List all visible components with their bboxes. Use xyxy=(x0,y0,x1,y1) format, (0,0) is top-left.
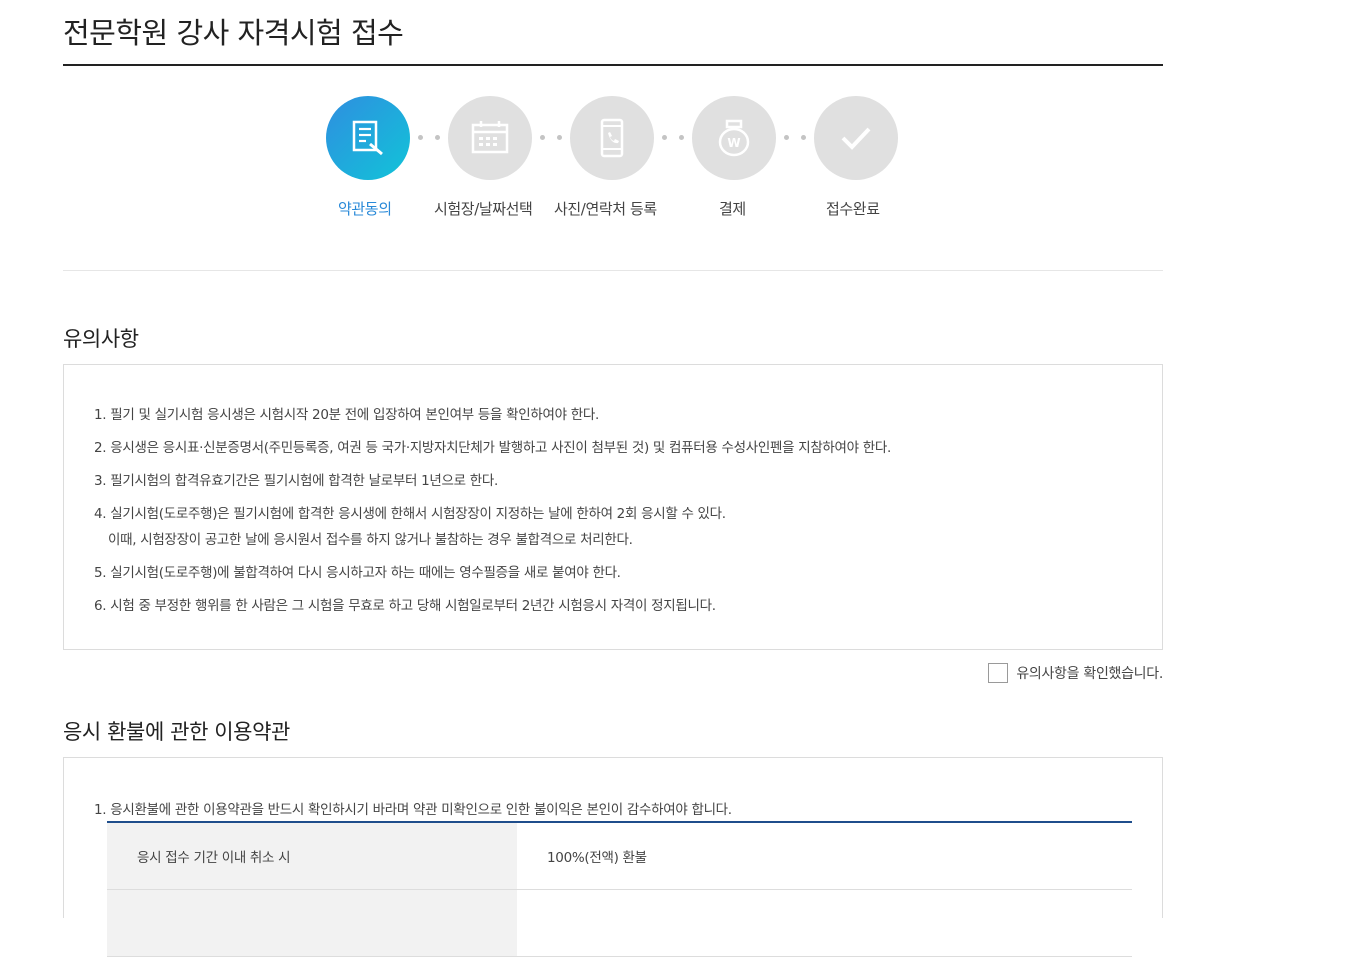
notice-confirm[interactable]: 유의사항을 확인했습니다. xyxy=(988,663,1163,683)
step-label-agreement: 약관동의 xyxy=(338,200,392,218)
step-label-payment: 결제 xyxy=(719,200,746,218)
step-photo-contact xyxy=(570,96,654,180)
refund-title: 응시 환불에 관한 이용약관 xyxy=(63,720,290,744)
refund-table: 응시 접수 기간 이내 취소 시 100%(전액) 환불 xyxy=(107,821,1132,957)
check-icon xyxy=(841,127,871,150)
notice-item-6: 6. 시험 중 부정한 행위를 한 사람은 그 시험을 무효로 하고 당해 시험… xyxy=(94,598,716,614)
notice-title: 유의사항 xyxy=(63,327,139,351)
notice-item-2: 2. 응시생은 응시표·신분증명서(주민등록증, 여권 등 국가·지방자치단체가… xyxy=(94,440,892,456)
list-item: 4. 실기시험(도로주행)은 필기시험에 합격한 응시생에 한해서 시험장장이 … xyxy=(94,504,891,550)
refund-intro: 1. 응시환불에 관한 이용약관을 반드시 확인하시기 바라며 약관 미확인으로… xyxy=(94,802,732,818)
list-item: 1. 필기 및 실기시험 응시생은 시험시작 20분 전에 입장하여 본인여부 … xyxy=(94,405,891,425)
notice-confirm-label[interactable]: 유의사항을 확인했습니다. xyxy=(1016,663,1163,683)
table-row xyxy=(107,889,1132,957)
step-connector xyxy=(540,135,562,141)
notice-item-1: 1. 필기 및 실기시험 응시생은 시험시작 20분 전에 입장하여 본인여부 … xyxy=(94,407,599,423)
notice-item-4-sub: 이때, 시험장장이 공고한 날에 응시원서 접수를 하지 않거나 불참하는 경우… xyxy=(108,532,633,548)
refund-amount-cell: 100%(전액) 환불 xyxy=(517,822,1132,890)
table-row: 응시 접수 기간 이내 취소 시 100%(전액) 환불 xyxy=(107,822,1132,890)
refund-condition-cell: 응시 접수 기간 이내 취소 시 xyxy=(107,822,517,890)
notice-list: 1. 필기 및 실기시험 응시생은 시험시작 20분 전에 입장하여 본인여부 … xyxy=(94,405,891,629)
calendar-icon xyxy=(471,121,509,154)
progress-steps: W 약관동의 시험장/날짜선택 사진/연락처 등록 결제 접수완료 xyxy=(326,96,906,226)
step-label-date-select: 시험장/날짜선택 xyxy=(434,200,533,218)
list-item: 5. 실기시험(도로주행)에 불합격하여 다시 응시하고자 하는 때에는 영수필… xyxy=(94,563,891,583)
section-divider xyxy=(63,270,1163,271)
step-agreement xyxy=(326,96,410,180)
phone-icon xyxy=(600,118,624,158)
list-item: 3. 필기시험의 합격유효기간은 필기시험에 합격한 날로부터 1년으로 한다. xyxy=(94,471,891,491)
document-pen-icon xyxy=(352,120,383,156)
notice-confirm-checkbox[interactable] xyxy=(988,663,1009,683)
notice-item-4: 4. 실기시험(도로주행)은 필기시험에 합격한 응시생에 한해서 시험장장이 … xyxy=(94,506,726,522)
step-connector xyxy=(784,135,806,141)
step-connector xyxy=(662,135,684,141)
step-date-select xyxy=(448,96,532,180)
step-payment: W xyxy=(692,96,776,180)
refund-amount-cell xyxy=(517,889,1132,957)
list-item: 2. 응시생은 응시표·신분증명서(주민등록증, 여권 등 국가·지방자치단체가… xyxy=(94,438,891,458)
won-bag-icon: W xyxy=(718,119,750,157)
title-divider xyxy=(63,64,1163,66)
notice-box: 1. 필기 및 실기시험 응시생은 시험시작 20분 전에 입장하여 본인여부 … xyxy=(63,364,1163,650)
step-complete xyxy=(814,96,898,180)
step-label-photo-contact: 사진/연락처 등록 xyxy=(554,200,657,218)
page-title: 전문학원 강사 자격시험 접수 xyxy=(63,16,404,50)
notice-item-5: 5. 실기시험(도로주행)에 불합격하여 다시 응시하고자 하는 때에는 영수필… xyxy=(94,565,621,581)
step-label-complete: 접수완료 xyxy=(826,200,880,218)
notice-item-3: 3. 필기시험의 합격유효기간은 필기시험에 합격한 날로부터 1년으로 한다. xyxy=(94,473,498,489)
list-item: 6. 시험 중 부정한 행위를 한 사람은 그 시험을 무효로 하고 당해 시험… xyxy=(94,596,891,616)
svg-text:W: W xyxy=(727,136,740,150)
step-connector xyxy=(418,135,440,141)
refund-condition-cell xyxy=(107,889,517,957)
refund-box: 1. 응시환불에 관한 이용약관을 반드시 확인하시기 바라며 약관 미확인으로… xyxy=(63,757,1163,957)
